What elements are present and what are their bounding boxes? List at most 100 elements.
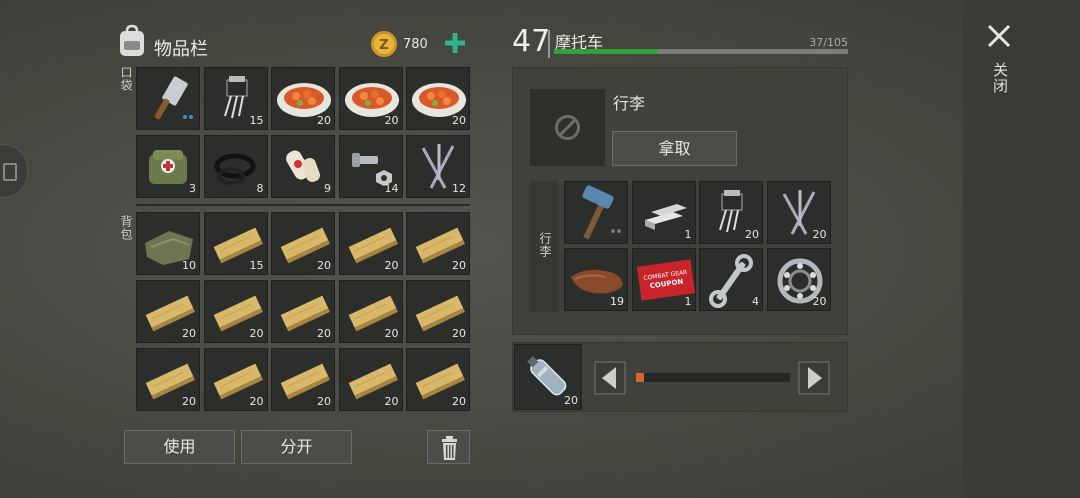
quantity-slider-track[interactable]: [636, 373, 790, 382]
item-slot[interactable]: [564, 181, 628, 244]
item-count: 20: [182, 395, 196, 408]
item-slot[interactable]: 20: [406, 280, 470, 343]
item-slot[interactable]: 3: [136, 135, 200, 198]
item-slot[interactable]: 20: [406, 212, 470, 275]
item-count: 4: [752, 295, 759, 308]
item-slot[interactable]: 20: [699, 181, 763, 244]
item-count: 20: [452, 327, 466, 340]
item-count: 20: [452, 395, 466, 408]
right-strip: [963, 0, 1080, 498]
item-slot[interactable]: 20: [203, 280, 268, 343]
item-count: 1: [684, 228, 692, 241]
item-count: 8: [256, 182, 264, 195]
slider-left-button[interactable]: [594, 361, 626, 399]
item-slot[interactable]: 20: [271, 67, 335, 130]
item-slot[interactable]: 4: [699, 248, 763, 311]
vehicle-progress-text: 37/105: [809, 36, 848, 49]
item-slot[interactable]: 12: [406, 135, 470, 198]
item-slot[interactable]: 20: [406, 348, 470, 411]
quantity-slider-fill: [636, 373, 644, 382]
item-slot[interactable]: 19: [564, 248, 628, 311]
luggage-side-label: 行李: [538, 232, 552, 258]
durability-dots: [181, 104, 193, 123]
pocket-label: 口袋: [119, 66, 133, 92]
item-slot[interactable]: [136, 67, 200, 130]
svg-text:Z: Z: [379, 38, 388, 53]
item-slot[interactable]: COMBAT GEAR COUPON 1: [631, 248, 696, 311]
fuel-item-count: 20: [564, 394, 578, 407]
item-count: 20: [249, 327, 264, 340]
item-count: 20: [812, 228, 827, 241]
item-count: 15: [249, 259, 264, 272]
side-drawer-tab[interactable]: [0, 144, 28, 198]
slider-right-button[interactable]: [798, 361, 830, 399]
item-count: 20: [452, 114, 466, 127]
item-count: 20: [317, 327, 331, 340]
fuel-item-slot[interactable]: 20: [514, 344, 582, 410]
item-count: 20: [452, 259, 466, 272]
item-slot[interactable]: 20: [271, 280, 335, 343]
item-count: 20: [317, 259, 331, 272]
item-count: 20: [384, 395, 399, 408]
item-count: 20: [182, 327, 196, 340]
item-count: 20: [812, 295, 827, 308]
item-slot[interactable]: 20: [271, 212, 335, 275]
backpack-icon: [116, 24, 148, 62]
item-slot[interactable]: 9: [271, 135, 335, 198]
item-slot[interactable]: 20: [338, 280, 403, 343]
item-slot[interactable]: 20: [338, 67, 403, 130]
item-count: 20: [384, 114, 399, 127]
item-slot[interactable]: 14: [338, 135, 403, 198]
vehicle-progress-fill: [554, 49, 658, 54]
item-count: 20: [317, 395, 331, 408]
add-coins-button[interactable]: [443, 31, 467, 59]
item-slot[interactable]: 20: [338, 212, 403, 275]
item-slot[interactable]: 1: [631, 181, 696, 244]
trash-icon: [442, 436, 457, 460]
vehicle-preview-slot: [530, 89, 605, 166]
item-count: 20: [745, 228, 759, 241]
coin-icon: Z: [370, 30, 398, 62]
vehicle-level: 47: [512, 24, 551, 59]
item-slot[interactable]: 15: [203, 67, 268, 130]
empty-slot-icon: [555, 115, 580, 140]
header-divider: [548, 30, 550, 58]
section-divider: [136, 204, 470, 206]
item-count: 20: [384, 327, 399, 340]
item-count: 19: [610, 295, 624, 308]
item-count: 20: [384, 259, 399, 272]
use-button[interactable]: 使用: [124, 430, 235, 464]
item-count: 20: [317, 114, 331, 127]
item-count: 10: [182, 259, 196, 272]
durability-dots: [609, 218, 621, 237]
item-slot[interactable]: 15: [203, 212, 268, 275]
item-slot[interactable]: 20: [766, 181, 831, 244]
item-count: 1: [684, 295, 692, 308]
item-slot[interactable]: 20: [136, 280, 200, 343]
item-count: 9: [324, 182, 331, 195]
item-count: 12: [452, 182, 466, 195]
coin-count: 780: [403, 37, 428, 52]
backpack-label: 背包: [119, 215, 133, 241]
item-slot[interactable]: 20: [271, 348, 335, 411]
take-button[interactable]: 拿取: [612, 131, 737, 166]
luggage-title: 行李: [613, 94, 646, 113]
close-button[interactable]: 关闭: [982, 20, 1016, 100]
arrow-right-icon: [798, 361, 830, 395]
item-slot[interactable]: 8: [203, 135, 268, 198]
close-label: 关闭: [991, 62, 1009, 94]
item-count: 14: [384, 182, 399, 195]
item-slot[interactable]: 20: [406, 67, 470, 130]
item-count: 15: [249, 114, 264, 127]
item-slot[interactable]: 20: [766, 248, 831, 311]
item-slot[interactable]: 20: [136, 348, 200, 411]
item-slot[interactable]: 20: [203, 348, 268, 411]
item-count: 20: [249, 395, 264, 408]
trash-button[interactable]: [427, 430, 470, 464]
arrow-left-icon: [594, 361, 626, 395]
split-button[interactable]: 分开: [241, 430, 352, 464]
close-icon: [987, 24, 1011, 48]
item-slot[interactable]: 10: [136, 212, 200, 275]
item-slot[interactable]: 20: [338, 348, 403, 411]
item-count: 3: [189, 182, 196, 195]
